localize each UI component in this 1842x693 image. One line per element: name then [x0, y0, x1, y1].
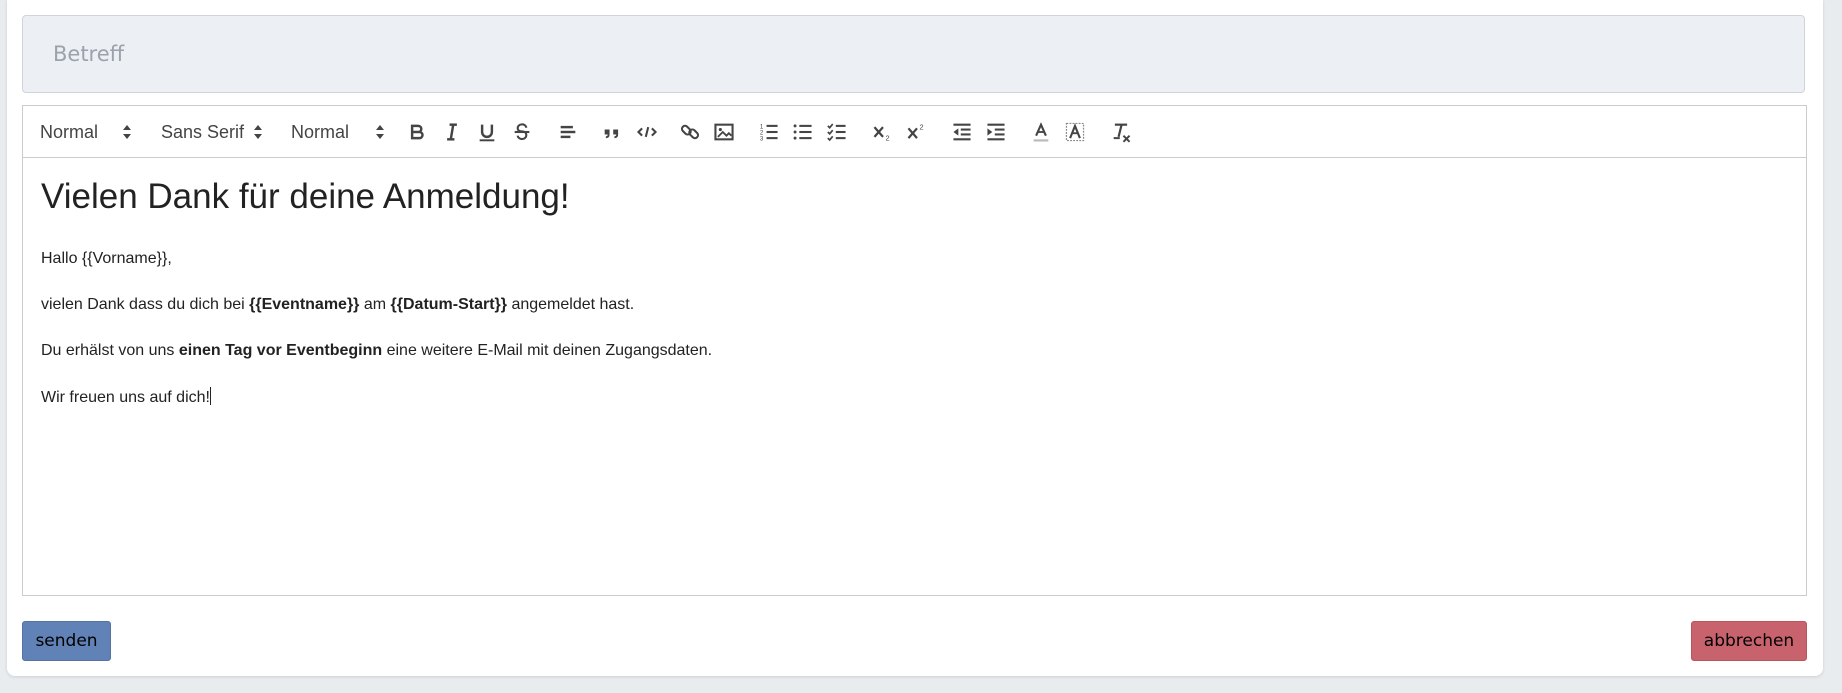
- image-button[interactable]: [711, 119, 737, 145]
- thanks-paragraph: vielen Dank dass du dich bei {{Eventname…: [41, 295, 634, 315]
- align-left-icon: [560, 125, 576, 139]
- subject-input[interactable]: [22, 15, 1805, 93]
- checklist-button[interactable]: [824, 119, 850, 145]
- bullet-list-icon: [793, 124, 812, 140]
- closing-paragraph: Wir freuen uns auf dich!: [41, 387, 211, 408]
- link-icon: [680, 124, 700, 140]
- send-button[interactable]: senden: [22, 621, 111, 661]
- svg-text:2: 2: [919, 123, 923, 132]
- info-text-c: eine weitere E-Mail mit deinen Zugangsda…: [382, 342, 713, 359]
- indent-icon: [987, 123, 1005, 141]
- picker-arrows-icon: [376, 125, 384, 139]
- editor-toolbar: Normal Sans Serif Normal 1 2 3 2 2: [23, 106, 1806, 158]
- editor-content[interactable]: Vielen Dank für deine Anmeldung! Hallo {…: [23, 158, 1806, 595]
- background-color-button[interactable]: [1062, 119, 1088, 145]
- underline-button[interactable]: [474, 119, 500, 145]
- greeting-paragraph: Hallo {{Vorname}},: [41, 250, 172, 267]
- bold-button[interactable]: [404, 119, 430, 145]
- thanks-text-e: angemeldet hast.: [507, 296, 635, 313]
- underline-icon: [479, 124, 495, 142]
- subscript-button[interactable]: 2: [870, 119, 896, 145]
- header-picker[interactable]: Normal: [40, 115, 132, 149]
- size-picker-label: Normal: [291, 121, 350, 142]
- email-heading: Vielen Dank für deine Anmeldung!: [41, 177, 570, 216]
- svg-text:2: 2: [885, 134, 889, 143]
- text-color-icon: [1033, 122, 1049, 142]
- background-color-icon: [1065, 122, 1085, 142]
- clear-format-icon: [1113, 123, 1131, 143]
- text-color-button[interactable]: [1028, 119, 1054, 145]
- align-button[interactable]: [555, 119, 581, 145]
- checklist-icon: [827, 123, 846, 142]
- blockquote-icon: [604, 129, 619, 139]
- code-icon: [636, 126, 658, 138]
- ordered-list-icon: 1 2 3: [760, 123, 778, 143]
- closing-text: Wir freuen uns auf dich!: [41, 389, 210, 406]
- rich-text-editor: Normal Sans Serif Normal 1 2 3 2 2 Viele…: [22, 105, 1807, 596]
- italic-button[interactable]: [439, 119, 465, 145]
- code-button[interactable]: [634, 119, 660, 145]
- bullet-list-button[interactable]: [790, 119, 816, 145]
- strikethrough-icon: [514, 123, 530, 141]
- info-paragraph: Du erhälst von uns einen Tag vor Eventbe…: [41, 341, 712, 361]
- outdent-button[interactable]: [949, 119, 975, 145]
- strike-button[interactable]: [509, 119, 535, 145]
- thanks-text-a: vielen Dank dass du dich bei: [41, 296, 250, 313]
- email-compose-card: Normal Sans Serif Normal: [7, 0, 1823, 676]
- info-text-bold: einen Tag vor Eventbeginn: [178, 342, 383, 359]
- bold-icon: [410, 124, 424, 140]
- clear-format-button[interactable]: [1108, 119, 1134, 145]
- subscript-icon: 2: [873, 126, 890, 143]
- info-text-a: Du erhälst von uns: [41, 342, 179, 359]
- image-icon: [714, 123, 734, 141]
- blockquote-button[interactable]: [599, 119, 625, 145]
- header-picker-label: Normal: [40, 121, 99, 142]
- size-picker[interactable]: Normal: [291, 115, 385, 149]
- superscript-icon: 2: [907, 123, 924, 139]
- thanks-text-c: am: [359, 296, 391, 313]
- picker-arrows-icon: [123, 125, 131, 139]
- italic-icon: [447, 123, 457, 141]
- superscript-button[interactable]: 2: [904, 119, 930, 145]
- datum-start-placeholder: {{Datum-Start}}: [390, 296, 507, 313]
- outdent-icon: [953, 123, 971, 141]
- svg-text:3: 3: [760, 136, 764, 143]
- text-cursor: [209, 387, 211, 405]
- eventname-placeholder: {{Eventname}}: [249, 296, 360, 313]
- cancel-button[interactable]: abbrechen: [1691, 621, 1807, 661]
- indent-button[interactable]: [983, 119, 1009, 145]
- picker-arrows-icon: [254, 125, 262, 139]
- link-button[interactable]: [677, 119, 703, 145]
- ordered-list-button[interactable]: 1 2 3: [756, 119, 782, 145]
- font-picker-label: Sans Serif: [161, 121, 245, 142]
- font-picker[interactable]: Sans Serif: [161, 115, 263, 149]
